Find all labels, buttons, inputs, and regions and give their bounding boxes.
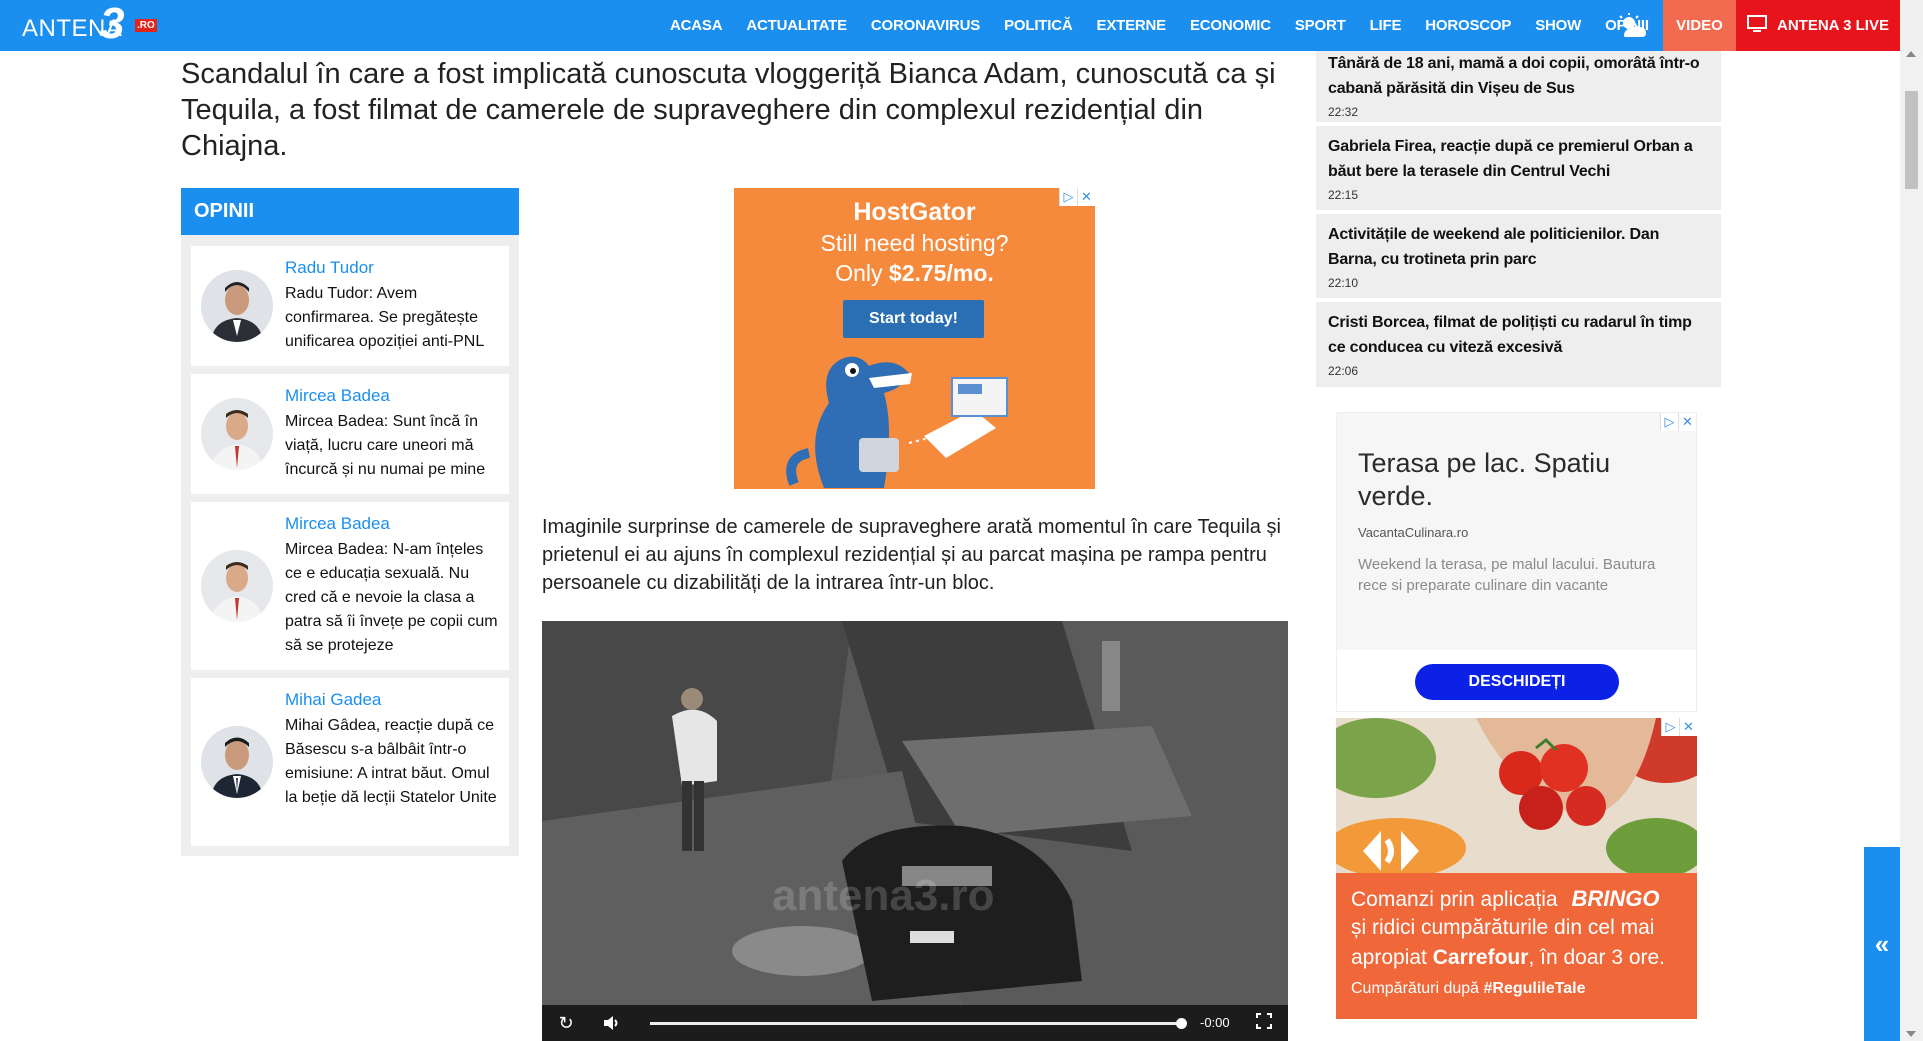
opinion-author[interactable]: Radu Tudor	[285, 258, 374, 278]
ad-choices[interactable]: ▷ ✕	[1661, 718, 1697, 736]
menu-item-externe[interactable]: EXTERNE	[1097, 17, 1167, 34]
video-button[interactable]: VIDEO	[1663, 0, 1736, 51]
scrollbar-top	[1900, 0, 1923, 51]
adchoices-icon[interactable]: ▷	[1660, 413, 1678, 431]
carrefour-ad[interactable]: ▷ ✕ Comanzi prin aplicația BRINGO și rid…	[1336, 718, 1697, 1019]
ad-price-line: Only $2.75/mo.	[734, 260, 1095, 287]
opinii-box: OPINII Radu Tudor Radu Tudor: Avem confi…	[181, 188, 519, 856]
close-icon[interactable]: ✕	[1678, 413, 1696, 431]
logo-digit: 3	[100, 0, 125, 48]
avatar	[201, 550, 273, 622]
tv-icon	[1747, 14, 1768, 37]
bringo-logo: BRINGO	[1571, 886, 1660, 911]
weather-sun-cloud-icon[interactable]	[1615, 12, 1649, 40]
video-frame	[542, 621, 1288, 1005]
hostgator-ad[interactable]: ▷ ✕ HostGator Still need hosting? Only $…	[734, 188, 1095, 489]
news-time: 22:06	[1328, 364, 1359, 378]
opinion-text[interactable]: Mihai Gâdea, reacție după ce Băsescu s-a…	[285, 714, 503, 810]
menu-item-life[interactable]: LIFE	[1370, 17, 1402, 34]
video-player[interactable]: antena3.ro ↻ -0:00	[542, 621, 1288, 1041]
avatar	[201, 270, 273, 342]
ad-description: Weekend la terasa, pe malul lacului. Bau…	[1358, 556, 1656, 594]
collapse-sidebar-tab[interactable]: «	[1864, 847, 1900, 1041]
news-item[interactable]: Activitățile de weekend ale politicienil…	[1316, 214, 1721, 298]
fullscreen-icon[interactable]	[1254, 1013, 1274, 1033]
menu-item-economic[interactable]: ECONOMIC	[1190, 17, 1271, 34]
scroll-up-icon[interactable]	[1906, 51, 1916, 57]
carrefour-brand: Carrefour	[1432, 946, 1529, 969]
main-menu: ACASA ACTUALITATE CORONAVIRUS POLITICĂ E…	[670, 0, 1673, 51]
news-time: 22:32	[1328, 105, 1359, 119]
volume-icon[interactable]	[602, 1013, 622, 1033]
news-title[interactable]: Cristi Borcea, filmat de polițiști cu ra…	[1328, 310, 1709, 360]
menu-item-horoscop[interactable]: HOROSCOP	[1425, 17, 1511, 34]
article-paragraph: Imaginile surprinse de camerele de supra…	[542, 516, 1281, 594]
news-item[interactable]: Gabriela Firea, reacție după ce premieru…	[1316, 126, 1721, 210]
carrefour-line-1: Comanzi prin aplicația BRINGO	[1351, 886, 1659, 912]
ad-choices[interactable]: ▷ ✕	[1660, 413, 1696, 431]
news-item[interactable]: Tânără de 18 ani, mamă a doi copii, omor…	[1316, 51, 1721, 122]
news-item[interactable]: Cristi Borcea, filmat de polițiști cu ra…	[1316, 302, 1721, 387]
scroll-thumb[interactable]	[1905, 91, 1918, 189]
video-progress-knob[interactable]	[1176, 1018, 1187, 1029]
ad-headline: Still need hosting?	[820, 230, 1009, 256]
terasa-ad[interactable]: ▷ ✕ Terasa pe lac. Spatiu verde. Vacanta…	[1336, 412, 1697, 712]
news-title[interactable]: Tânără de 18 ani, mamă a doi copii, omor…	[1328, 51, 1709, 101]
menu-item-acasa[interactable]: ACASA	[670, 17, 723, 34]
carrefour-line-3-suffix: , în doar 3 ore.	[1528, 946, 1666, 969]
close-icon[interactable]: ✕	[1679, 718, 1697, 736]
article-title: Scandalul în care a fost implicată cunos…	[181, 58, 1276, 162]
ad-cta-button[interactable]: Start today!	[843, 300, 984, 338]
opinion-author[interactable]: Mihai Gadea	[285, 690, 381, 710]
news-time: 22:10	[1328, 276, 1359, 290]
menu-item-actualitate[interactable]: ACTUALITATE	[746, 17, 847, 34]
ad-price: $2.75/mo.	[888, 260, 994, 286]
opinion-card[interactable]: Radu Tudor Radu Tudor: Avem confirmarea.…	[191, 246, 509, 366]
adchoices-icon[interactable]: ▷	[1661, 718, 1679, 736]
carrefour-line-2: și ridici cumpărăturile din cel mai	[1351, 916, 1655, 939]
ad-price-prefix: Only	[835, 260, 889, 286]
menu-item-coronavirus[interactable]: CORONAVIRUS	[871, 17, 980, 34]
video-controls: ↻ -0:00	[542, 1005, 1288, 1041]
carrefour-footer-prefix: Cumpărături după	[1351, 980, 1484, 997]
ad-brand: HostGator	[853, 198, 976, 226]
opinion-text[interactable]: Mircea Badea: N-am înțeles ce e educația…	[285, 538, 503, 658]
opinion-card[interactable]: Mircea Badea Mircea Badea: N-am înțeles …	[191, 502, 509, 670]
carrefour-line-3-prefix: apropiat	[1351, 946, 1433, 969]
video-watermark: antena3.ro	[772, 871, 995, 920]
open-button[interactable]: DESCHIDEȚI	[1415, 664, 1619, 700]
opinion-text[interactable]: Radu Tudor: Avem confirmarea. Se pregăte…	[285, 282, 503, 354]
news-title[interactable]: Activitățile de weekend ale politicienil…	[1328, 222, 1709, 272]
news-time: 22:15	[1328, 188, 1359, 202]
replay-icon[interactable]: ↻	[556, 1013, 576, 1033]
scroll-down-icon[interactable]	[1906, 1031, 1916, 1037]
menu-item-sport[interactable]: SPORT	[1295, 17, 1346, 34]
news-title[interactable]: Gabriela Firea, reacție după ce premieru…	[1328, 134, 1709, 184]
carrefour-line-3: apropiat Carrefour, în doar 3 ore.	[1351, 946, 1665, 970]
opinion-text[interactable]: Mircea Badea: Sunt încă în viață, lucru …	[285, 410, 503, 482]
carrefour-line-1-text: Comanzi prin aplicația	[1351, 888, 1558, 911]
ad-title[interactable]: Terasa pe lac. Spatiu verde.	[1358, 447, 1678, 513]
opinion-card[interactable]: Mihai Gadea Mihai Gâdea, reacție după ce…	[191, 678, 509, 846]
opinion-card[interactable]: Mircea Badea Mircea Badea: Sunt încă în …	[191, 374, 509, 494]
avatar	[201, 726, 273, 798]
antena3-live-button[interactable]: ANTENA 3 LIVE	[1736, 0, 1900, 51]
top-navbar: ANTENA 3 .RO ACASA ACTUALITATE CORONAVIR…	[0, 0, 1923, 51]
live-label: ANTENA 3 LIVE	[1777, 17, 1889, 34]
antena3-logo[interactable]: ANTENA 3 .RO	[22, 2, 172, 46]
ad-url[interactable]: VacantaCulinara.ro	[1358, 525, 1468, 540]
carrefour-hashtag: #RegulileTale	[1483, 980, 1586, 997]
carrefour-footer: Cumpărături după #RegulileTale	[1351, 980, 1585, 998]
opinion-author[interactable]: Mircea Badea	[285, 386, 390, 406]
page-scrollbar[interactable]	[1900, 51, 1923, 1041]
video-time: -0:00	[1200, 1015, 1230, 1030]
menu-item-show[interactable]: SHOW	[1535, 17, 1581, 34]
carrefour-logo-icon	[1363, 831, 1419, 871]
logo-suffix: .RO	[135, 19, 157, 32]
menu-item-politica[interactable]: POLITICĂ	[1004, 17, 1073, 34]
opinion-author[interactable]: Mircea Badea	[285, 514, 390, 534]
opinii-heading[interactable]: OPINII	[181, 188, 519, 235]
video-progress-bar[interactable]	[650, 1022, 1180, 1025]
avatar	[201, 398, 273, 470]
